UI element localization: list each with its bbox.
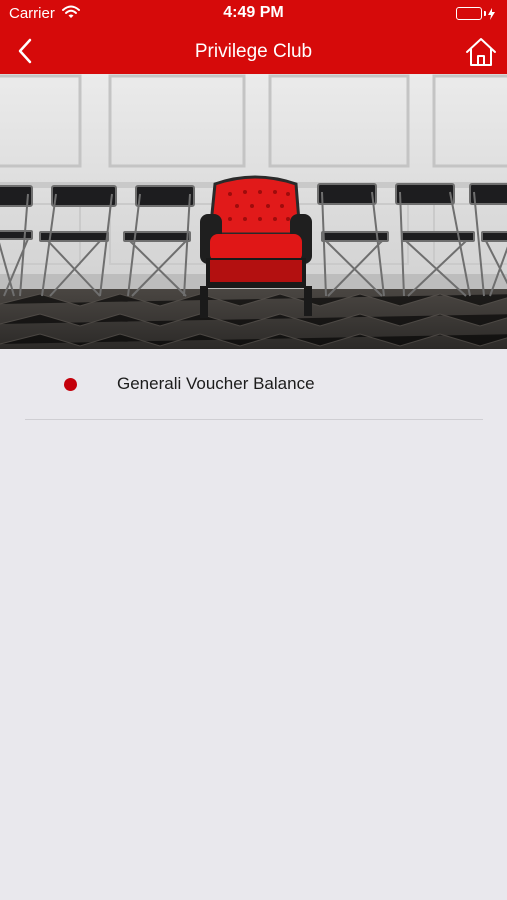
list-item-voucher-balance[interactable]: Generali Voucher Balance [0, 349, 507, 420]
home-icon [466, 38, 496, 66]
charging-bolt-icon [488, 7, 495, 20]
battery-icon [456, 7, 495, 20]
status-bar: Carrier 4:49 PM [0, 0, 507, 28]
page-title: Privilege Club [194, 41, 313, 62]
list-item-label: Generali Voucher Balance [117, 374, 315, 393]
status-time: 4:49 PM [223, 4, 284, 21]
bullet-icon [64, 378, 77, 391]
navigation-bar: Privilege Club [0, 28, 507, 74]
home-button[interactable] [464, 35, 498, 69]
menu-list: Generali Voucher Balance [0, 349, 507, 420]
divider [25, 419, 483, 420]
hero-image [0, 74, 507, 349]
